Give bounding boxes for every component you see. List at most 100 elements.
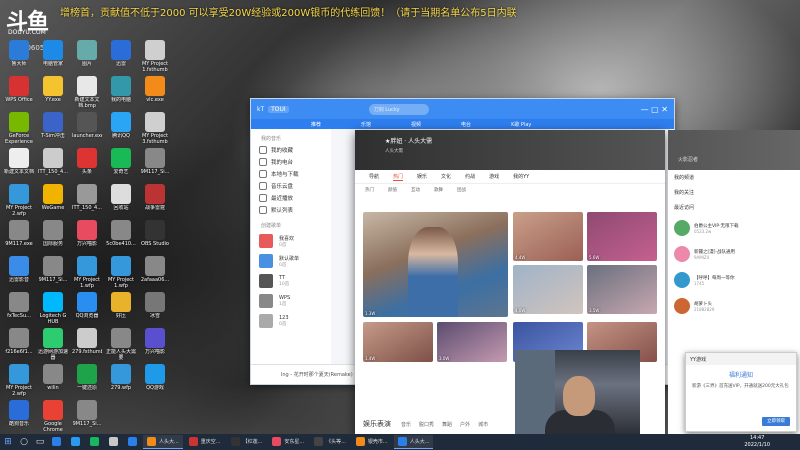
sidebar-item[interactable]: 我的电台 — [251, 156, 331, 168]
taskbar-app[interactable]: 人头大... — [143, 435, 183, 449]
system-clock[interactable]: 14:47 2022/1/10 — [744, 435, 770, 449]
desktop-icon[interactable]: wilin — [38, 364, 68, 400]
desktop-icon[interactable]: MY Project 1.fsthumb — [140, 40, 170, 76]
desktop-icon[interactable]: 迅雷影音 — [4, 256, 34, 292]
desktop-icon[interactable]: vlc.exe — [140, 76, 170, 112]
side-panel-row[interactable]: 我的频道 — [668, 170, 800, 185]
channel-entry[interactable]: 新疆之[漫]·战队通用 9AMIZ4 — [668, 241, 800, 267]
taskbar-app[interactable]: 【红莲... — [227, 435, 267, 449]
desktop-icon[interactable]: QQ浏览器 — [72, 292, 102, 328]
popup-claim-button[interactable]: 立即领取 — [762, 417, 790, 426]
desktop-icon[interactable]: 9M117_Si... — [72, 400, 102, 436]
desktop-icon[interactable]: 迅雷 — [106, 40, 136, 76]
taskbar-app[interactable]: 重庆空... — [185, 435, 225, 449]
desktop-icon[interactable]: 9M117_Si... — [140, 148, 170, 184]
live-tab[interactable]: 游戏 — [489, 173, 499, 180]
desktop-icon[interactable]: YY.exe — [38, 76, 68, 112]
taskbar-app[interactable]: 银壳市... — [352, 435, 392, 449]
desktop-icon[interactable]: 头条 — [72, 148, 102, 184]
desktop-icon[interactable]: 新建文本文档.bmp — [72, 76, 102, 112]
playlist-item[interactable]: TT 10首 — [251, 271, 331, 291]
desktop-icon[interactable]: 5c0be410... — [106, 220, 136, 256]
desktop-icon[interactable]: ITT_150_4... — [72, 184, 102, 220]
desktop-icon[interactable]: MY Project 2.wfp — [4, 364, 34, 400]
desktop-icon[interactable]: MY Project 1.wfp — [106, 256, 136, 292]
channel-entry[interactable]: 伯爵公主VIP·无限下载 0523.2w — [668, 215, 800, 241]
desktop-icon[interactable]: 万兴喵影 — [72, 220, 102, 256]
sidebar-item[interactable]: 我的收藏 — [251, 144, 331, 156]
section-tab[interactable]: 城市 — [478, 421, 488, 428]
desktop-icon[interactable]: 电脑管家 — [38, 40, 68, 76]
side-panel-row[interactable]: 最近访问 — [668, 200, 800, 215]
playlist-item[interactable]: 123 0首 — [251, 311, 331, 331]
sidebar-item[interactable]: 音乐云盘 — [251, 180, 331, 192]
music-tab[interactable]: 乐馆 — [361, 121, 371, 128]
desktop-icon[interactable]: 9M117_Si... — [38, 256, 68, 292]
channel-entry[interactable]: 胡萝卜头 21882829 — [668, 293, 800, 319]
desktop-icon[interactable]: 国际服务 — [38, 220, 68, 256]
stream-tile[interactable]: 3.0W — [437, 322, 507, 362]
stream-tile[interactable]: 4.0W — [513, 265, 583, 314]
desktop-icon[interactable]: WPS Office — [4, 76, 34, 112]
desktop-icon[interactable]: T-Sim冲击 — [38, 112, 68, 148]
taskbar-app[interactable] — [124, 435, 141, 449]
desktop-icon[interactable]: Google Chrome — [38, 400, 68, 436]
live-subtab[interactable]: 热门 — [365, 187, 374, 193]
music-tab[interactable]: 电台 — [461, 121, 471, 128]
taskbar-app[interactable] — [67, 435, 84, 449]
channel-entry[interactable]: 【呼呼】每周一等你 1745 — [668, 267, 800, 293]
desktop-icon[interactable]: GeForce Experience — [4, 112, 34, 148]
desktop-icon[interactable]: 279.fsthumb — [72, 328, 102, 364]
music-search-input[interactable]: 刀剑 Lucky — [368, 103, 429, 115]
desktop-icon[interactable]: 回收站 — [106, 184, 136, 220]
desktop-icon[interactable]: 战争雷霆 — [140, 184, 170, 220]
featured-stream-tile[interactable]: 1.3W — [363, 212, 508, 317]
section-tab[interactable]: 户外 — [460, 421, 470, 428]
desktop-icon[interactable]: 鲁大师 — [4, 40, 34, 76]
section-tab[interactable]: 脱口秀 — [419, 421, 434, 428]
desktop-icon[interactable]: 新建文本文档 — [4, 148, 34, 184]
playlist-item[interactable]: 我喜欢 0首 — [251, 231, 331, 251]
taskbar-app[interactable] — [86, 435, 103, 449]
desktop-icon[interactable]: 酷狗音乐 — [4, 400, 34, 436]
playlist-item[interactable]: WPS 1首 — [251, 291, 331, 311]
section-tab[interactable]: 舞蹈 — [442, 421, 452, 428]
desktop-icon[interactable]: 2afaaa06... — [140, 256, 170, 292]
music-tab[interactable]: 视频 — [411, 121, 421, 128]
playlist-item[interactable]: 默认歌单 0首 — [251, 251, 331, 271]
search-icon[interactable]: ○ — [16, 434, 32, 450]
desktop-icon[interactable]: 图片 — [72, 40, 102, 76]
desktop-icon[interactable]: QQ游戏 — [140, 364, 170, 400]
task-view-icon[interactable]: ▭ — [32, 434, 48, 450]
stream-tile[interactable]: 5.6W — [587, 212, 657, 261]
desktop-icon[interactable]: MY Project 2.wfp — [4, 184, 34, 220]
desktop-icon[interactable]: 9M117.exe — [4, 220, 34, 256]
desktop-icon[interactable]: MY Project 1.wfp — [72, 256, 102, 292]
desktop-icon[interactable]: MY Project 3.fsthumb — [140, 112, 170, 148]
side-panel-row[interactable]: 我的关注 — [668, 185, 800, 200]
desktop-icon[interactable]: 腾讯QQ — [106, 112, 136, 148]
start-button-icon[interactable]: ⊞ — [0, 434, 16, 450]
live-tab[interactable]: 约战 — [465, 173, 475, 180]
desktop-icon[interactable]: 冰雪 — [140, 292, 170, 328]
stream-tile[interactable]: 1.4W — [363, 322, 433, 362]
live-tab[interactable]: 热门 — [393, 173, 404, 181]
music-tab[interactable]: K歌 Play — [511, 121, 531, 128]
taskbar-app[interactable]: 《头等... — [310, 435, 350, 449]
live-subtab[interactable]: 团战 — [457, 187, 466, 193]
sidebar-item[interactable]: 最近播放 — [251, 192, 331, 204]
live-tab[interactable]: 导航 — [369, 173, 379, 180]
live-subtab[interactable]: 颜值 — [388, 187, 397, 193]
desktop-icon[interactable]: 万兴喵影 — [140, 328, 170, 364]
stream-tile[interactable]: 4.4W — [513, 212, 583, 261]
desktop-icon[interactable]: launcher.exe — [72, 112, 102, 148]
taskbar-app[interactable]: 安东星... — [268, 435, 308, 449]
live-subtab[interactable]: 互动 — [411, 187, 420, 193]
live-tab[interactable]: 文化 — [441, 173, 451, 180]
desktop-icon[interactable]: Logitech G HUB — [38, 292, 68, 328]
desktop-icon[interactable]: 我的电脑 — [106, 76, 136, 112]
desktop-icon[interactable]: 好压 — [106, 292, 136, 328]
desktop-icon[interactable]: 279.wfp — [106, 364, 136, 400]
music-tab[interactable]: 推荐 — [311, 121, 321, 128]
sidebar-item[interactable]: 默认列表 — [251, 204, 331, 216]
